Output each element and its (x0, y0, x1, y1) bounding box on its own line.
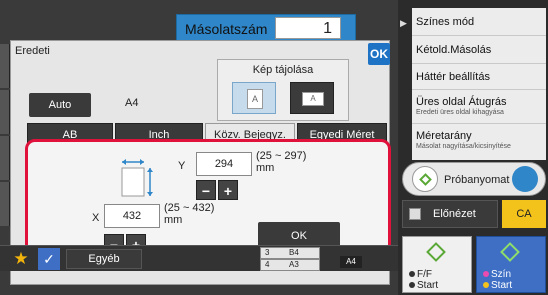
portrait-icon: A (247, 89, 263, 109)
orientation-landscape-button[interactable]: A (290, 82, 334, 114)
menu-item-background[interactable]: Háttér beállítás (412, 64, 546, 90)
x-label: X (92, 212, 100, 224)
copies-label: Másolatszám (185, 21, 268, 37)
side-tab-2[interactable] (0, 90, 10, 134)
menu-item-label: Kétold.Másolás (416, 44, 492, 56)
y-label: Y (178, 160, 186, 172)
check-icon[interactable]: ✓ (38, 248, 60, 270)
side-tab-4[interactable] (0, 182, 10, 226)
start-icon (500, 242, 520, 262)
bottom-bar: ★ ✓ Egyéb 3 B4 4 A3 A4 (0, 245, 398, 271)
color-start-line2: Start (491, 280, 513, 291)
proof-print-label: Próbanyomat (444, 174, 510, 186)
paper-size-badge: A4 (340, 256, 362, 268)
x-unit: mm (164, 214, 183, 226)
color-dot-icon (483, 282, 489, 288)
copies-input[interactable]: 1 (275, 17, 341, 39)
tray-size: B4 (289, 248, 299, 257)
y-range: (25 ~ 297) mm (256, 150, 306, 174)
clear-all-button[interactable]: CA (502, 200, 546, 228)
orientation-title: Kép tájolása (252, 64, 314, 76)
menu-item-color-mode[interactable]: Színes mód (412, 8, 546, 36)
paper-trays: 3 B4 4 A3 (260, 246, 320, 272)
menu-item-sublabel: Másolat nagyítása/kicsinyítése (416, 143, 511, 150)
menu-item-sublabel: Eredeti üres oldal kihagyása (416, 109, 504, 116)
menu-item-label: Színes mód (416, 16, 475, 28)
tray-number: 3 (265, 248, 270, 257)
proof-color-icon (512, 166, 538, 192)
dialog-ok-button[interactable]: OK (368, 43, 390, 65)
bw-start-line1: F/F (417, 269, 432, 280)
y-plus-button[interactable]: + (218, 180, 238, 200)
copies-bar: Másolatszám 1 (176, 14, 356, 42)
start-icon (426, 242, 446, 262)
bw-dot-icon (409, 282, 415, 288)
dialog-title: Eredeti (15, 45, 50, 57)
function-menu: Színes mód Kétold.Másolás Háttér beállít… (412, 8, 546, 160)
x-range: (25 ~ 432) mm (164, 202, 214, 226)
other-button[interactable]: Egyéb (66, 249, 142, 269)
bw-dot-icon (409, 271, 415, 277)
y-unit: mm (256, 162, 275, 174)
orientation-portrait-button[interactable]: A (232, 82, 276, 114)
bw-start-line2: Start (417, 280, 439, 291)
menu-item-zoom[interactable]: Méretarány Másolat nagyítása/kicsinyítés… (412, 124, 546, 160)
side-tab-3[interactable] (0, 136, 10, 180)
menu-item-label: Háttér beállítás (416, 71, 490, 83)
landscape-icon: A (302, 92, 324, 106)
bw-start-button[interactable]: F/F Start (402, 236, 472, 293)
menu-item-label: Méretarány (416, 130, 472, 142)
y-input[interactable]: 294 (196, 152, 252, 176)
color-start-line1: Szín (491, 269, 512, 280)
x-range-text: (25 ~ 432) (164, 202, 215, 214)
star-icon[interactable]: ★ (10, 248, 32, 270)
menu-item-label: Üres oldal Átugrás (416, 96, 507, 108)
auto-button[interactable]: Auto (29, 93, 91, 117)
expand-arrow-icon[interactable]: ▶ (400, 18, 407, 29)
y-range-text: (25 ~ 297) (256, 150, 307, 162)
orientation-group: Kép tájolása A A (217, 59, 349, 121)
y-minus-button[interactable]: − (196, 180, 216, 200)
menu-item-duplex[interactable]: Kétold.Másolás (412, 36, 546, 64)
paper-dimension-icon (121, 159, 153, 197)
side-tab-1[interactable] (0, 44, 10, 88)
x-input[interactable]: 432 (104, 204, 160, 228)
proof-start-icon (412, 166, 438, 192)
tray-row: 3 B4 (260, 247, 320, 259)
menu-item-blank-skip[interactable]: Üres oldal Átugrás Eredeti üres oldal ki… (412, 90, 546, 124)
preview-icon (409, 208, 421, 220)
tray-size: A3 (289, 260, 299, 269)
tray-number: 4 (265, 260, 270, 269)
preview-label: Előnézet (433, 208, 476, 220)
auto-size-value: A4 (125, 97, 139, 109)
color-dot-icon (483, 271, 489, 277)
preview-button[interactable]: Előnézet (402, 200, 498, 228)
color-start-button[interactable]: Szín Start (476, 236, 546, 293)
tray-row: 4 A3 (260, 259, 320, 271)
